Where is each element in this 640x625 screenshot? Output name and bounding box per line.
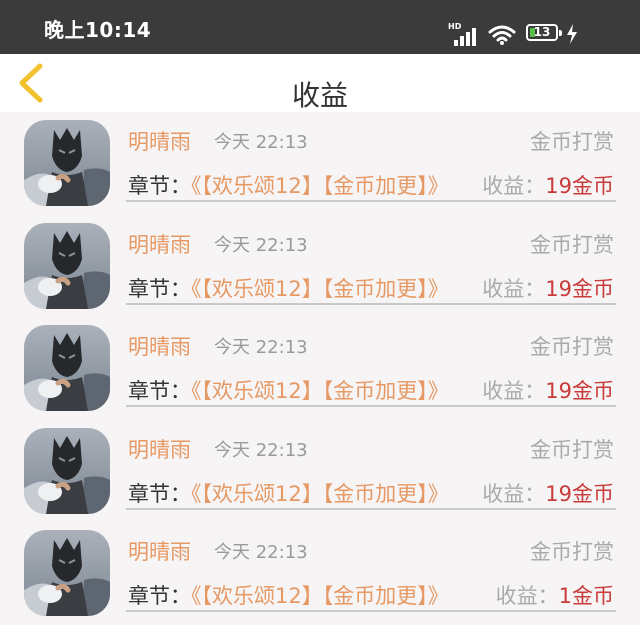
income-info: 收益：19金币 [482,375,614,405]
income-label: 收益： [482,379,546,404]
chapter-label: 章节： [128,174,191,198]
chapter-label: 章节： [128,584,191,609]
income-value: 19金币 [545,481,614,506]
status-bar: 晚上10:14 HD 13 [0,0,640,54]
chapter-label: 章节： [128,276,191,301]
income-record[interactable]: 明晴雨 今天 22:13 金币打赏 章节：《【欢乐颂12】【金币加更】》 收益：… [0,112,640,215]
income-record[interactable]: 明晴雨 今天 22:13 金币打赏 章节：《【欢乐颂12】【金币加更】》 收益：… [0,215,640,318]
battery-level: 13 [533,25,551,39]
record-time: 今天 22:13 [214,132,308,153]
record-type: 金币打赏 [530,130,614,154]
record-time: 今天 22:13 [214,542,308,564]
avatar[interactable] [24,120,110,206]
income-info: 收益：19金币 [482,273,614,303]
income-label: 收益： [482,174,546,198]
chapter-title[interactable]: 《【欢乐颂12】【金币加更】》 [191,174,449,198]
network-type-label: HD [448,22,462,31]
chapter-title[interactable]: 《【欢乐颂12】【金币加更】》 [191,482,449,506]
divider [126,200,616,202]
income-info: 收益：1金币 [496,580,614,610]
income-record[interactable]: 明晴雨 今天 22:13 金币打赏 章节：《【欢乐颂12】【金币加更】》 收益：… [0,420,640,523]
income-value: 19金币 [545,276,614,301]
charging-bolt-icon [567,24,577,44]
avatar[interactable] [24,325,110,412]
record-time: 今天 22:13 [214,439,308,461]
avatar[interactable] [24,222,110,309]
chapter-info: 章节：《【欢乐颂12】【金币加更】》 [128,170,449,200]
sender-name: 明晴雨 [128,437,191,462]
divider [126,507,616,510]
chapter-info: 章节：《【欢乐颂12】【金币加更】》 [128,580,449,610]
income-list: 明晴雨 今天 22:13 金币打赏 章节：《【欢乐颂12】【金币加更】》 收益：… [0,112,640,625]
divider [126,405,616,408]
income-info: 收益：19金币 [482,478,614,508]
record-type: 金币打赏 [530,232,614,257]
divider [126,610,616,613]
sender-name: 明晴雨 [128,540,191,565]
sender-name: 明晴雨 [128,232,191,257]
chapter-info: 章节：《【欢乐颂12】【金币加更】》 [128,273,449,303]
page-title: 收益 [291,79,348,112]
chapter-label: 章节： [128,379,191,404]
nav-bar: 收益 [0,54,640,112]
chapter-info: 章节：《【欢乐颂12】【金币加更】》 [128,478,449,508]
chapter-label: 章节： [128,481,191,506]
income-value: 1金币 [558,584,614,609]
income-record[interactable]: 明晴雨 今天 22:13 金币打赏 章节：《【欢乐颂12】【金币加更】》 收益：… [0,317,640,420]
income-record[interactable]: 明晴雨 今天 22:13 金币打赏 章节：《【欢乐颂12】【金币加更】》 收益：… [0,522,640,625]
chapter-title[interactable]: 《【欢乐颂12】【金币加更】》 [191,277,449,301]
chapter-title[interactable]: 《【欢乐颂12】【金币加更】》 [191,379,449,403]
income-value: 19金币 [545,174,614,198]
status-time: 晚上10:14 [44,18,152,42]
chapter-info: 章节：《【欢乐颂12】【金币加更】》 [128,375,449,405]
record-type: 金币打赏 [530,540,614,565]
cellular-signal-icon: HD [448,22,478,48]
record-time: 今天 22:13 [214,337,308,359]
avatar[interactable] [24,530,110,617]
income-label: 收益： [495,584,559,609]
sender-name: 明晴雨 [128,130,191,154]
income-label: 收益： [482,481,546,506]
chapter-title[interactable]: 《【欢乐颂12】【金币加更】》 [191,584,449,608]
income-label: 收益： [482,276,546,301]
record-type: 金币打赏 [530,335,614,360]
avatar[interactable] [24,427,110,514]
record-type: 金币打赏 [530,437,614,462]
divider [126,302,616,305]
wifi-icon [488,25,516,45]
income-value: 19金币 [545,379,614,404]
income-info: 收益：19金币 [482,170,614,200]
sender-name: 明晴雨 [128,335,191,360]
record-time: 今天 22:13 [214,234,308,256]
battery-icon: 13 [526,24,558,41]
battery-tip [559,30,562,36]
